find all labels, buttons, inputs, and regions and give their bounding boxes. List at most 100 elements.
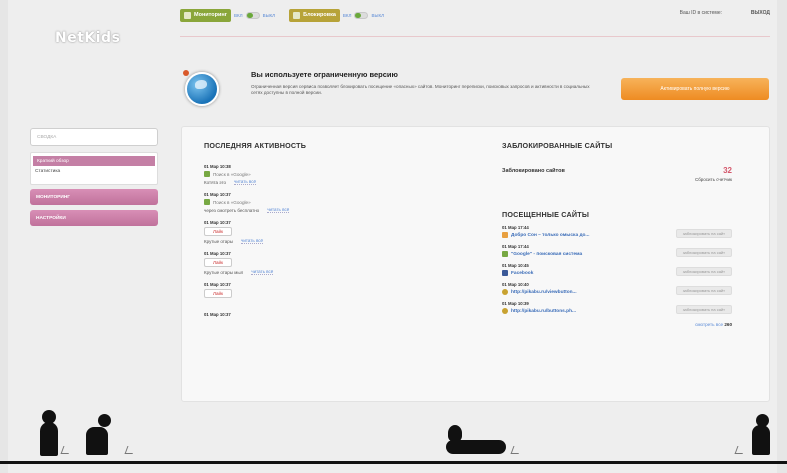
- sidebar-item-label: НАСТРОЙКИ: [36, 215, 66, 221]
- site-title: http://pikabu.ru/buttons.ph...: [511, 308, 577, 314]
- list-item: 01 Мар 10:39 http://pikabu.ru/buttons.ph…: [502, 301, 732, 314]
- logo: NetKids: [55, 30, 121, 46]
- recent-activity: ПОСЛЕДНЯЯ АКТИВНОСТЬ 01 Мар 10:38 Поиск …: [204, 141, 444, 317]
- sidebar-item-monitoring[interactable]: МОНИТОРИНГ: [30, 189, 158, 205]
- site-favicon-icon: [502, 308, 508, 314]
- activity-query: Крутые отары мыл читать всё: [204, 269, 444, 275]
- activity-source: Поиск в «Google»: [204, 199, 444, 205]
- view-all-link[interactable]: смотреть все 260: [502, 322, 732, 327]
- block-site-button[interactable]: заблокировать на сайт: [675, 248, 732, 257]
- sidebar-item-label: МОНИТОРИНГ: [36, 194, 71, 200]
- google-icon: [204, 171, 210, 177]
- list-item: 01 Мар 17:44 Добро Сон – только омыска д…: [502, 225, 732, 238]
- blocking-label: Блокировка: [303, 12, 336, 18]
- logout-link[interactable]: ВЫХОД: [751, 10, 770, 16]
- limited-version-banner: Вы используете ограниченную версию Огран…: [183, 60, 770, 120]
- monitoring-label: Мониторинг: [194, 12, 227, 18]
- monitoring-tab[interactable]: Мониторинг: [180, 8, 231, 22]
- site-link[interactable]: Facebook: [502, 270, 533, 276]
- read-all-link[interactable]: читать всё: [267, 207, 290, 213]
- dog-silhouette: [446, 440, 506, 454]
- visited-sites-title: ПОСЕЩЕННЫЕ САЙТЫ: [502, 210, 590, 219]
- blocking-tab[interactable]: Блокировка: [289, 8, 340, 22]
- block-site-button[interactable]: заблокировать на сайт: [675, 229, 732, 238]
- blocked-sites-label: Заблокировано сайтов: [502, 167, 565, 174]
- site-title: Добро Сон – только омыска до...: [511, 232, 590, 238]
- switch-off-label: ВЫКЛ: [262, 12, 276, 18]
- recent-activity-title: ПОСЛЕДНЯЯ АКТИВНОСТЬ: [204, 141, 307, 150]
- site-link[interactable]: http://pikabu.ru/viewbutton...: [502, 289, 577, 295]
- visit-date: 01 Мар 10:39: [502, 301, 529, 306]
- sidebar: СВОДКА Краткий обзор Статистика МОНИТОРИ…: [30, 128, 158, 231]
- activity-source-label: Поиск в «Google»: [213, 199, 251, 205]
- sidebar-item-settings[interactable]: НАСТРОЙКИ: [30, 210, 158, 226]
- blocking-toggle-group: Блокировка ВКЛ ВЫКЛ: [289, 8, 385, 22]
- activity-query: Котята это читать всё: [204, 179, 444, 185]
- activity-date: 01 Мар 10:37: [204, 282, 231, 287]
- list-item: 01 Мар 10:45 Facebook заблокировать на с…: [502, 263, 732, 276]
- block-site-button[interactable]: заблокировать на сайт: [675, 267, 732, 276]
- read-all-link[interactable]: читать всё: [234, 179, 257, 185]
- dashboard-panel: ПОСЛЕДНЯЯ АКТИВНОСТЬ 01 Мар 10:38 Поиск …: [181, 126, 770, 402]
- list-item: 01 Мар 17:44 "Google" - поисковая систем…: [502, 244, 732, 257]
- sidebar-item-statistics[interactable]: Статистика: [31, 166, 157, 176]
- activity-query-text: через смотреть бесплатно: [204, 207, 260, 213]
- blocked-sites-row: Заблокировано сайтов 32: [502, 166, 732, 175]
- child-silhouette: [40, 422, 58, 456]
- view-all-label: смотреть все: [695, 322, 724, 327]
- site-link[interactable]: "Google" - поисковая система: [502, 251, 582, 257]
- facebook-icon: [502, 270, 508, 276]
- visit-date: 01 Мар 17:44: [502, 225, 529, 230]
- activate-full-version-button[interactable]: Активировать полную версию: [621, 78, 769, 100]
- visit-date: 01 Мар 10:45: [502, 263, 529, 268]
- child-silhouette: [752, 425, 770, 455]
- toggle-switch-icon[interactable]: [245, 11, 260, 19]
- list-item: 01 Мар 10:40 http://pikabu.ru/viewbutton…: [502, 282, 732, 295]
- dog-silhouette-head: [448, 425, 462, 441]
- site-title: "Google" - поисковая система: [511, 251, 583, 257]
- divider: [180, 36, 770, 37]
- activity-source: Поиск в «Google»: [204, 171, 444, 177]
- monitoring-switch[interactable]: ВКЛ ВЫКЛ: [233, 11, 276, 19]
- activity-query: через смотреть бесплатно читать всё: [204, 207, 444, 213]
- switch-off-label: ВЫКЛ: [371, 12, 385, 18]
- laptop-icon: [124, 446, 136, 454]
- like-tag: Лайк: [204, 289, 232, 298]
- site-link[interactable]: Добро Сон – только омыска до...: [502, 232, 589, 238]
- view-all-count: 260: [724, 322, 732, 327]
- monitoring-toggle-group: Мониторинг ВКЛ ВЫКЛ: [180, 8, 276, 22]
- activity-query-text: Котята это: [204, 179, 226, 185]
- block-site-button[interactable]: заблокировать на сайт: [675, 286, 732, 295]
- blocking-switch[interactable]: ВКЛ ВЫКЛ: [342, 11, 385, 19]
- activity-item: 01 Мар 10:37 Лайк Крутые отары мыл читать…: [204, 251, 444, 275]
- like-tag: Лайк: [204, 258, 232, 267]
- visit-date: 01 Мар 17:44: [502, 244, 529, 249]
- monitoring-icon: [184, 11, 191, 19]
- sidebar-item-overview[interactable]: Краткий обзор: [33, 156, 155, 166]
- site-title: Facebook: [511, 270, 534, 276]
- activity-item: 01 Мар 10:38 Поиск в «Google» Котята это…: [204, 164, 444, 185]
- site-favicon-icon: [502, 289, 508, 295]
- activity-date: 01 Мар 10:37: [204, 220, 231, 225]
- visited-sites: ПОСЕЩЕННЫЕ САЙТЫ 01 Мар 17:44 Добро Сон …: [502, 210, 742, 327]
- like-tag: Лайк: [204, 227, 232, 236]
- activity-source-label: Поиск в «Google»: [213, 171, 251, 177]
- site-favicon-icon: [502, 232, 508, 238]
- read-all-link[interactable]: читать всё: [251, 269, 274, 275]
- activity-item: 01 Мар 10:37 Поиск в «Google» через смот…: [204, 192, 444, 213]
- blocked-sites-title: ЗАБЛОКИРОВАННЫЕ САЙТЫ: [502, 141, 613, 150]
- summary-menu[interactable]: СВОДКА: [30, 128, 158, 146]
- switch-on-label: ВКЛ: [233, 12, 243, 18]
- toggle-switch-icon[interactable]: [354, 11, 369, 19]
- block-site-button[interactable]: заблокировать на сайт: [675, 305, 732, 314]
- site-link[interactable]: http://pikabu.ru/buttons.ph...: [502, 308, 576, 314]
- activity-date: 01 Мар 10:37: [204, 312, 231, 317]
- summary-label: СВОДКА: [37, 134, 57, 140]
- banner-text: Ограниченная версия сервиса позволяет бл…: [251, 84, 590, 95]
- reset-counter-link[interactable]: Сбросить счетчик: [502, 177, 732, 182]
- activity-date: 01 Мар 10:37: [204, 192, 231, 197]
- read-all-link[interactable]: читать всё: [241, 238, 264, 244]
- top-bar: Мониторинг ВКЛ ВЫКЛ Блокировка ВКЛ ВЫКЛ …: [180, 6, 770, 24]
- blocking-icon: [293, 11, 301, 19]
- switch-on-label: ВКЛ: [342, 12, 352, 18]
